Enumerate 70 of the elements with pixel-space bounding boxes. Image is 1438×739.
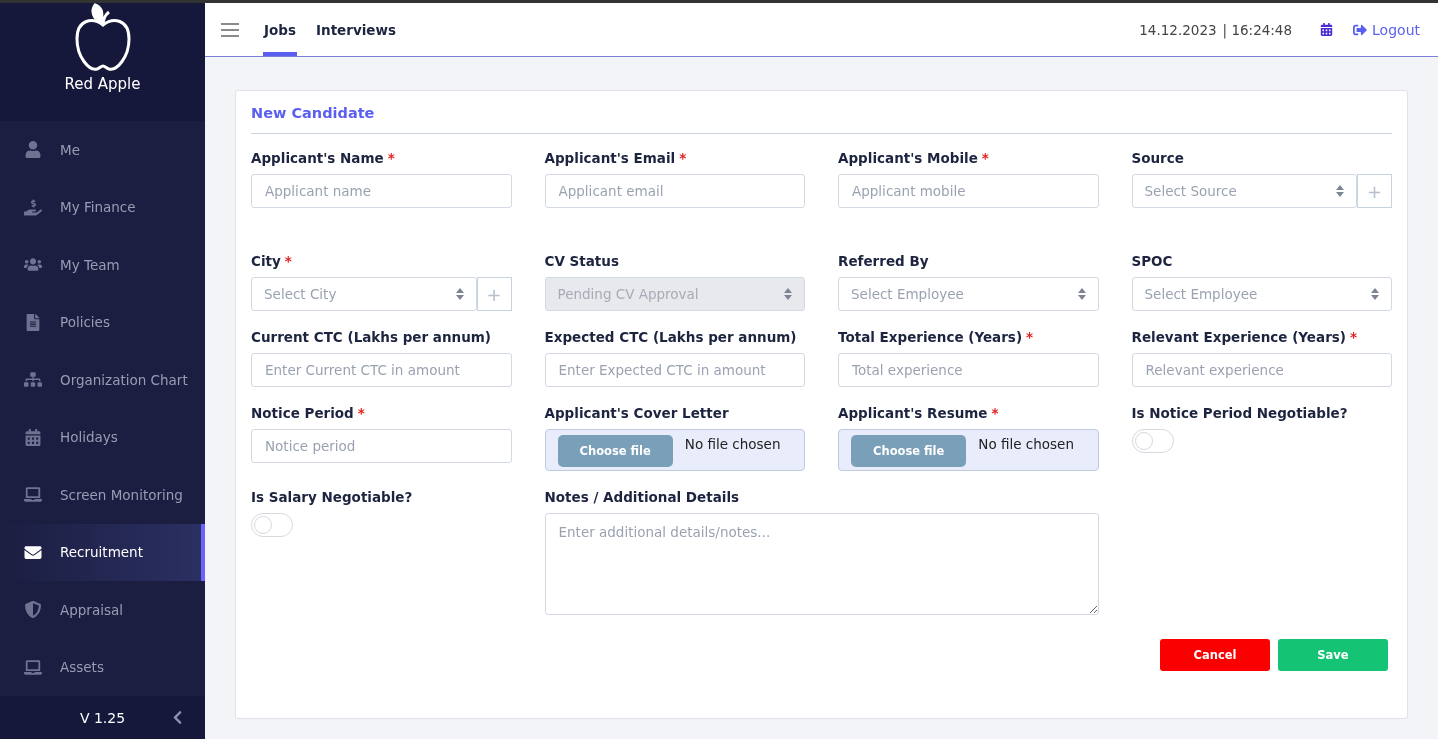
- file-status: No file chosen: [978, 436, 1074, 452]
- field-label: Is Notice Period Negotiable?: [1131, 405, 1349, 421]
- text-field[interactable]: Notice period: [251, 429, 512, 463]
- sidebar-item[interactable]: Policies: [0, 293, 205, 351]
- sidebar-item[interactable]: Organization Chart: [0, 351, 205, 409]
- field-label: Notes / Additional Details: [544, 489, 741, 505]
- laptop-icon: [24, 486, 42, 504]
- field-label: Applicant's Email *: [544, 150, 688, 166]
- sidebar-item[interactable]: My Team: [0, 236, 205, 294]
- sidebar-item[interactable]: Me: [0, 121, 205, 179]
- logout-link[interactable]: Logout: [1353, 21, 1420, 38]
- text-field[interactable]: Applicant email: [544, 174, 805, 208]
- document-icon: [24, 313, 42, 331]
- text-field[interactable]: Applicant mobile: [838, 174, 1099, 208]
- shield-icon: [24, 601, 42, 619]
- text-field[interactable]: Relevant experience: [1131, 353, 1392, 387]
- field-label: SPOC: [1131, 253, 1174, 269]
- field-label: Current CTC (Lakhs per annum): [251, 329, 493, 345]
- text-field[interactable]: Enter Current CTC in amount: [251, 353, 512, 387]
- person-icon: [24, 141, 42, 159]
- group-icon: [24, 256, 42, 274]
- brand-name: Red Apple: [64, 75, 141, 93]
- dropdown-arrows-icon: [784, 288, 792, 300]
- sidebar-item[interactable]: Appraisal: [0, 581, 205, 639]
- text-field[interactable]: Enter Expected CTC in amount: [544, 353, 805, 387]
- calendar-icon: [24, 428, 42, 446]
- field-label: Relevant Experience (Years) *: [1131, 329, 1359, 345]
- field-label: City *: [251, 253, 293, 269]
- text-field[interactable]: Applicant name: [251, 174, 512, 208]
- field-label: CV Status: [544, 253, 620, 269]
- field-label: Applicant's Cover Letter: [544, 405, 730, 421]
- date-text: 14.12.2023: [1139, 21, 1217, 38]
- field-label: Notice Period *: [251, 405, 366, 421]
- field-label: Expected CTC (Lakhs per annum): [544, 329, 798, 345]
- version-label: V 1.25: [79, 709, 126, 726]
- dropdown-arrows-icon: [1371, 288, 1379, 300]
- sidebar-item[interactable]: Screen Monitoring: [0, 466, 205, 524]
- text-field[interactable]: Total experience: [838, 353, 1099, 387]
- nav-tab[interactable]: Jobs: [263, 3, 297, 56]
- sidebar-item[interactable]: My Finance: [0, 178, 205, 236]
- field-label: Applicant's Mobile *: [838, 150, 990, 166]
- dropdown-arrows-icon: [455, 288, 464, 300]
- menu-icon[interactable]: [221, 22, 239, 37]
- nav-tab[interactable]: Interviews: [315, 3, 397, 56]
- field-label: Source: [1131, 150, 1185, 166]
- time-text: | 16:24:48: [1222, 21, 1293, 38]
- field-label: Applicant's Name *: [251, 150, 396, 166]
- toggle-switch[interactable]: [251, 513, 293, 537]
- field-label: Is Salary Negotiable?: [251, 489, 414, 505]
- field-label: Applicant's Resume *: [838, 405, 1000, 421]
- toggle-switch[interactable]: [1131, 429, 1174, 453]
- envelope-icon: [24, 543, 42, 561]
- sidebar-item[interactable]: Holidays: [0, 408, 205, 466]
- file-status: No file chosen: [684, 436, 781, 452]
- file-input[interactable]: Choose file No file chosen: [838, 429, 1099, 471]
- select-field: Pending CV Approval: [544, 277, 805, 311]
- sidebar-item[interactable]: Assets: [0, 638, 205, 696]
- cancel-button[interactable]: Cancel: [1160, 639, 1270, 671]
- hierarchy-icon: [24, 371, 42, 389]
- form-title: New Candidate: [251, 105, 1392, 134]
- field-label: Total Experience (Years) *: [838, 329, 1035, 345]
- logout-icon: [1353, 22, 1368, 37]
- dropdown-arrows-icon: [1336, 185, 1344, 197]
- file-input[interactable]: Choose file No file chosen: [544, 429, 805, 471]
- notes-field[interactable]: Enter additional details/notes...: [544, 513, 1099, 615]
- field-label: Referred By: [838, 253, 930, 269]
- hand-money-icon: [24, 198, 42, 216]
- laptop-icon: [24, 658, 42, 676]
- dropdown-arrows-icon: [1077, 288, 1086, 300]
- calendar-icon[interactable]: [1320, 23, 1334, 36]
